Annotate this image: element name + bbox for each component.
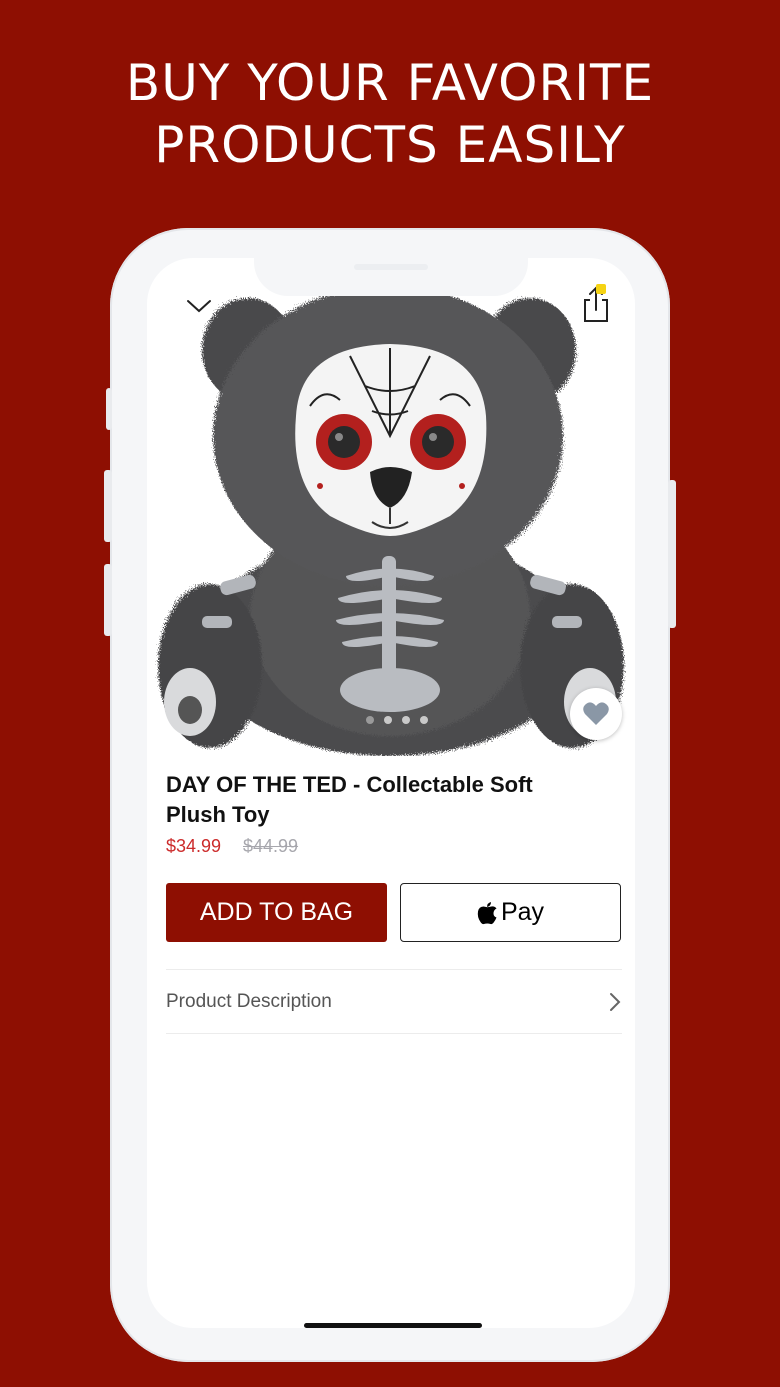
phone-notch — [254, 250, 528, 296]
chevron-right-icon — [610, 993, 621, 1011]
add-to-bag-button[interactable]: ADD TO BAG — [166, 883, 387, 942]
pager-dot[interactable] — [402, 716, 410, 724]
favorite-button[interactable] — [570, 688, 622, 740]
sale-price: $34.99 — [166, 836, 222, 856]
phone-mute-switch — [106, 388, 112, 430]
phone-speaker — [354, 264, 428, 270]
product-image[interactable] — [150, 286, 634, 756]
phone-volume-up — [104, 470, 112, 542]
marketing-headline: BUY YOUR FAVORITE PRODUCTS EASILY — [0, 52, 780, 176]
heart-icon — [583, 702, 609, 725]
phone-volume-down — [104, 564, 112, 636]
home-indicator — [304, 1323, 482, 1328]
pager-dot[interactable] — [384, 716, 392, 724]
apple-pay-label: Pay — [500, 898, 545, 926]
apple-logo-icon — [477, 901, 497, 924]
divider — [166, 1033, 622, 1034]
chevron-down-icon[interactable] — [186, 298, 212, 314]
image-pager[interactable] — [366, 716, 446, 726]
headline-line-2: PRODUCTS EASILY — [154, 116, 626, 174]
headline-line-1: BUY YOUR FAVORITE — [125, 54, 655, 112]
phone-power-button — [668, 480, 676, 628]
product-description-row[interactable]: Product Description — [166, 972, 622, 1032]
product-description-label: Product Description — [166, 991, 332, 1012]
pager-dot[interactable] — [420, 716, 428, 724]
divider — [166, 969, 622, 970]
original-price: $44.99 — [243, 836, 299, 856]
pager-dot[interactable] — [366, 716, 374, 724]
apple-pay-button[interactable]: Pay — [400, 883, 621, 942]
notification-badge — [596, 284, 606, 294]
product-title: DAY OF THE TED - Collectable Soft Plush … — [166, 772, 533, 827]
